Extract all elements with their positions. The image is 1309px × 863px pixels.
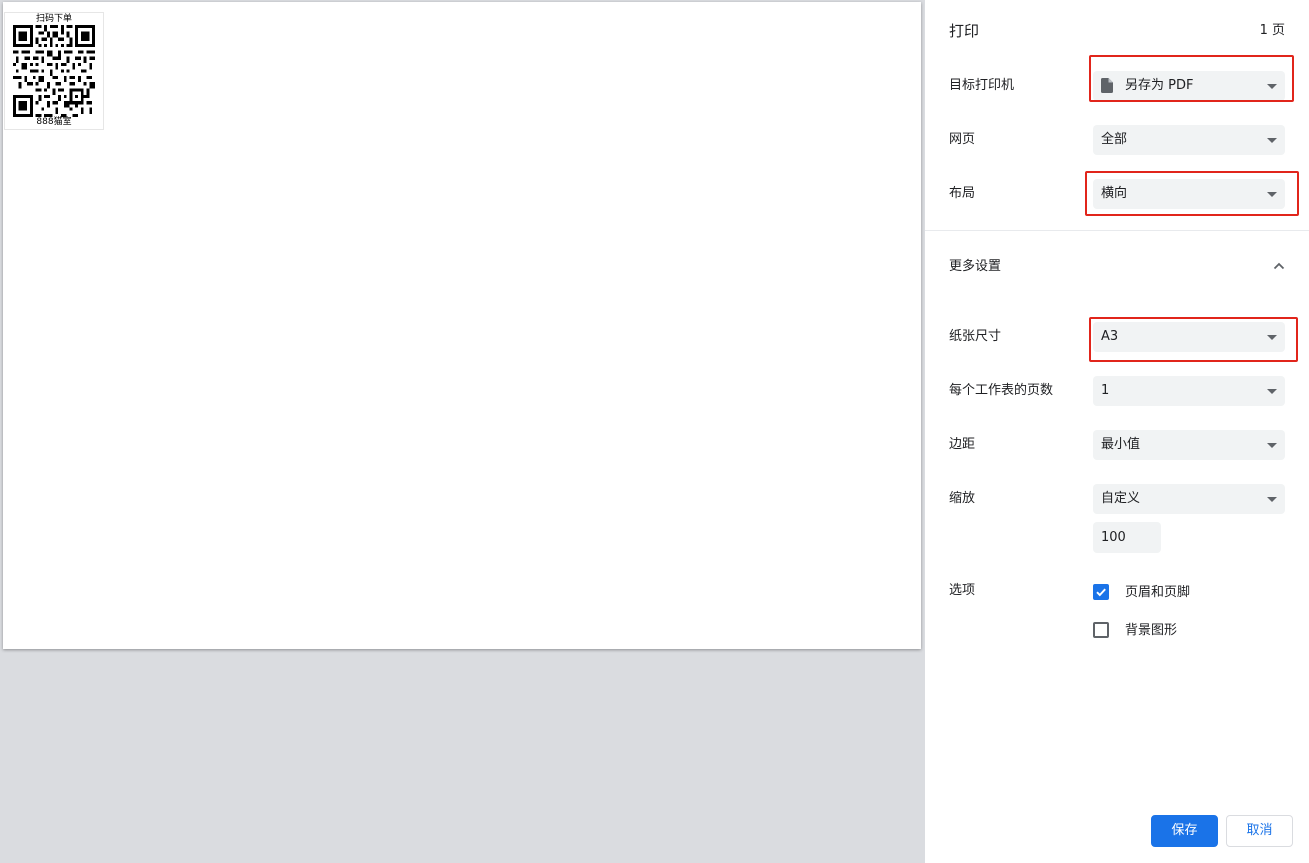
section-divider [925, 230, 1309, 231]
paper-size-select[interactable]: A3 [1093, 322, 1285, 352]
more-settings-toggle[interactable]: 更多设置 [925, 248, 1309, 288]
chevron-down-icon [1267, 335, 1277, 340]
scale-label: 缩放 [949, 491, 976, 506]
qr-caption-top: 扫码下单 [35, 14, 72, 24]
destination-value: 另存为 PDF [1125, 78, 1194, 93]
print-title: 打印 [949, 22, 980, 40]
save-button[interactable]: 保存 [1151, 815, 1218, 847]
margins-select[interactable]: 最小值 [1093, 430, 1285, 460]
destination-label: 目标打印机 [949, 78, 1015, 93]
pages-label: 网页 [949, 132, 976, 147]
background-graphics-checkbox[interactable] [1093, 622, 1109, 638]
qr-caption-bottom: 888猫室 [36, 117, 72, 127]
print-preview-area: 扫码下单 888猫室 [0, 0, 925, 863]
document-icon [1101, 78, 1113, 93]
background-graphics-label[interactable]: 背景图形 [1125, 622, 1177, 640]
pages-select[interactable]: 全部 [1093, 125, 1285, 155]
qr-label-card: 扫码下单 888猫室 [4, 12, 104, 130]
options-label: 选项 [949, 583, 976, 598]
paper-size-label: 纸张尺寸 [949, 329, 1002, 344]
chevron-down-icon [1267, 389, 1277, 394]
scale-select[interactable]: 自定义 [1093, 484, 1285, 514]
chevron-up-icon [1273, 262, 1285, 270]
scale-value: 自定义 [1101, 491, 1141, 506]
pages-per-sheet-label: 每个工作表的页数 [949, 383, 1054, 398]
layout-select[interactable]: 横向 [1093, 179, 1285, 209]
chevron-down-icon [1267, 497, 1277, 502]
checkmark-icon [1096, 588, 1106, 597]
more-settings-label: 更多设置 [949, 259, 1002, 274]
chevron-down-icon [1267, 84, 1277, 89]
cancel-button[interactable]: 取消 [1226, 815, 1293, 847]
headers-footers-checkbox[interactable] [1093, 584, 1109, 600]
layout-label: 布局 [949, 186, 976, 201]
chevron-down-icon [1267, 138, 1277, 143]
pages-per-sheet-select[interactable]: 1 [1093, 376, 1285, 406]
qr-code-image [13, 25, 95, 117]
headers-footers-label[interactable]: 页眉和页脚 [1125, 584, 1190, 602]
chevron-down-icon [1267, 192, 1277, 197]
pages-per-sheet-value: 1 [1101, 383, 1110, 398]
page-count: 1 页 [1259, 23, 1285, 38]
preview-page: 扫码下单 888猫室 [3, 2, 921, 649]
scale-custom-input[interactable] [1093, 522, 1161, 553]
layout-value: 横向 [1101, 186, 1128, 201]
chevron-down-icon [1267, 443, 1277, 448]
print-settings-panel: 打印 1 页 目标打印机 另存为 PDF 网页 全部 布局 横向 更多设置 纸张… [925, 0, 1309, 863]
destination-select[interactable]: 另存为 PDF [1093, 71, 1285, 101]
paper-size-value: A3 [1101, 329, 1119, 344]
margins-label: 边距 [949, 437, 976, 452]
pages-value: 全部 [1101, 132, 1128, 147]
margins-value: 最小值 [1101, 437, 1141, 452]
